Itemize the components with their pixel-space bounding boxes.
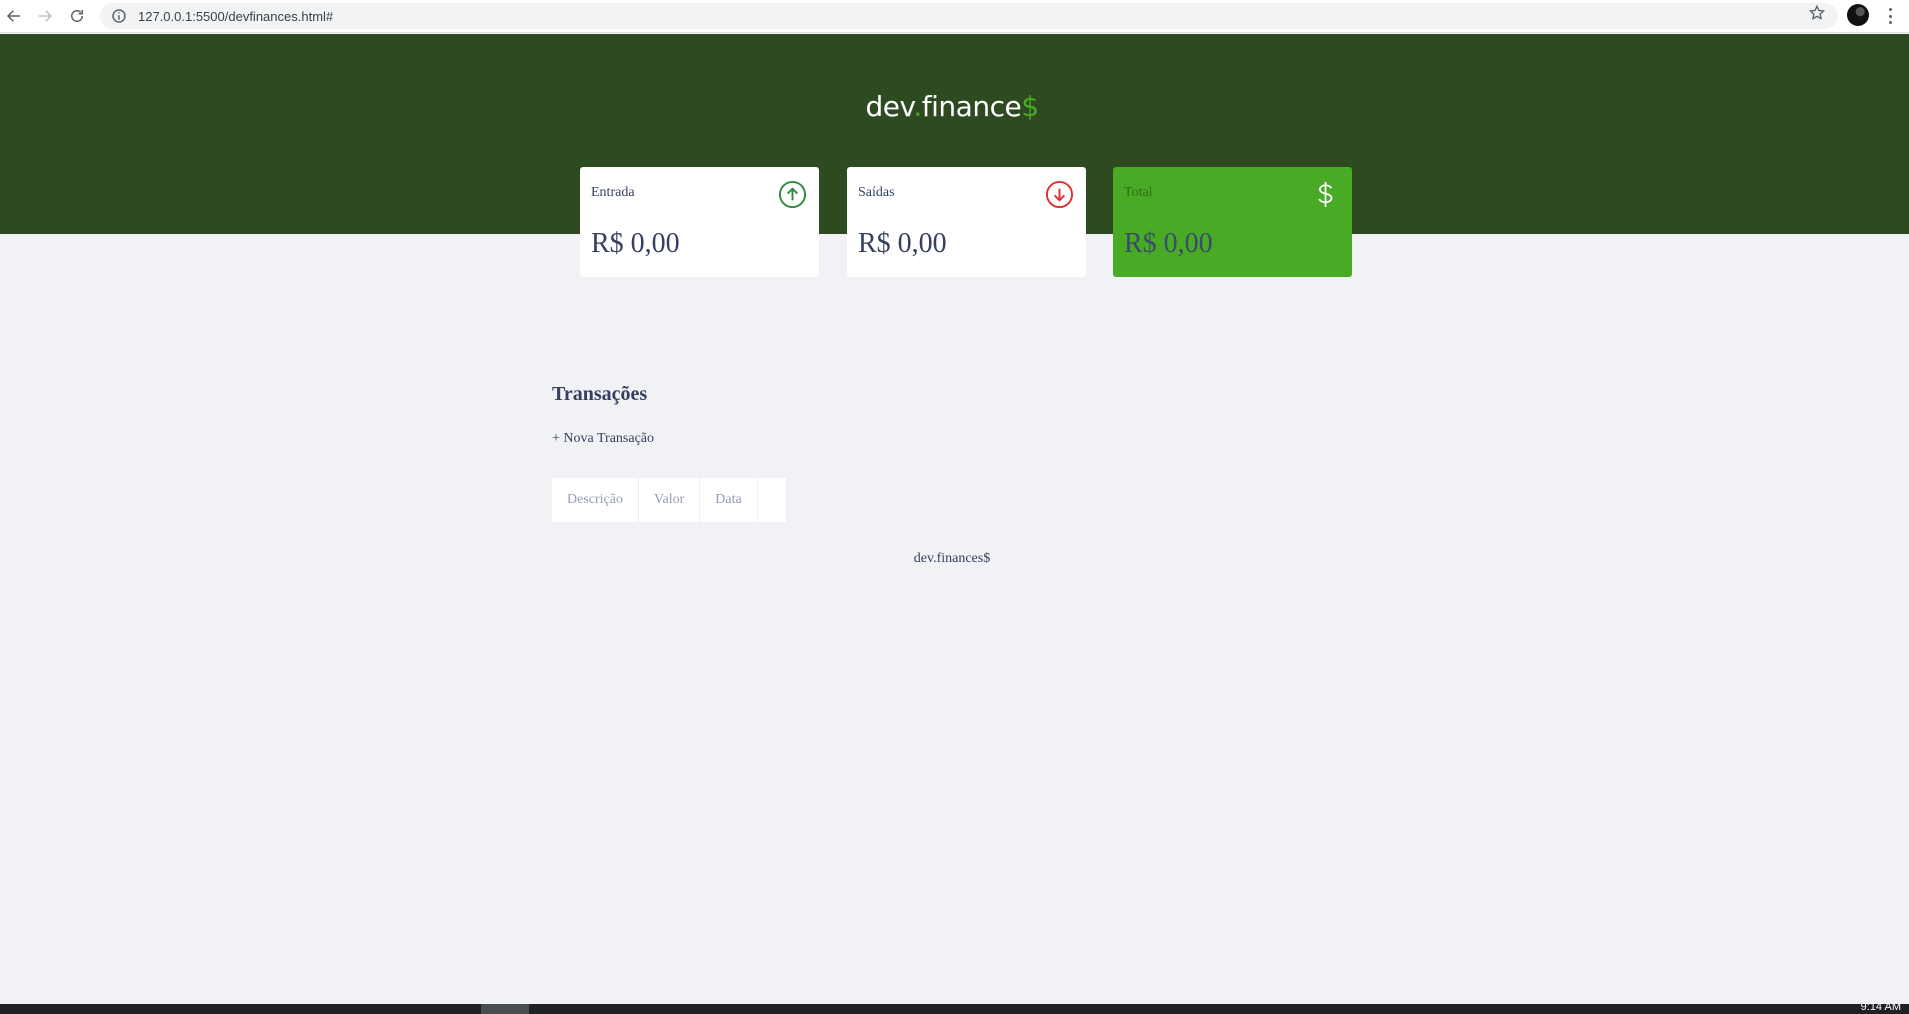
card-entrada: Entrada R$ 0,00 [580, 167, 819, 277]
profile-avatar[interactable] [1847, 4, 1869, 26]
card-value: R$ 0,00 [1124, 228, 1213, 259]
kebab-menu-icon[interactable] [1882, 6, 1898, 26]
footer-text: dev.finances$ [913, 551, 991, 566]
browser-toolbar: 127.0.0.1:5500/devfinances.html# [0, 0, 1909, 33]
taskbar-active-app[interactable] [481, 1004, 529, 1014]
transactions-table: Descrição Valor Data [552, 478, 787, 522]
card-value: R$ 0,00 [591, 228, 680, 259]
column-header-actions [758, 478, 787, 522]
table-header-row: Descrição Valor Data [552, 478, 787, 522]
forward-button[interactable] [33, 4, 57, 28]
address-bar[interactable]: 127.0.0.1:5500/devfinances.html# [100, 3, 1838, 29]
column-header-descricao: Descrição [552, 478, 639, 522]
star-icon[interactable] [1808, 4, 1826, 22]
arrow-down-circle-icon [1045, 180, 1074, 209]
card-value: R$ 0,00 [858, 228, 947, 259]
arrow-left-icon [6, 10, 20, 22]
card-label: Saídas [858, 185, 895, 200]
reload-icon [71, 10, 83, 22]
card-saidas: Saídas R$ 0,00 [847, 167, 1086, 277]
url-text[interactable]: 127.0.0.1:5500/devfinances.html# [138, 9, 333, 24]
card-total: Total R$ 0,00 [1113, 167, 1352, 277]
column-header-valor: Valor [639, 478, 701, 522]
card-label: Entrada [591, 185, 635, 200]
reload-button[interactable] [65, 4, 89, 28]
transactions-title: Transações [552, 383, 648, 405]
new-transaction-button[interactable]: + Nova Transação [552, 431, 654, 447]
taskbar-clock: 9:14 AM [1860, 1001, 1901, 1013]
dollar-sign-icon [1318, 181, 1333, 208]
logo-finance: finance [921, 90, 1022, 123]
column-header-data: Data [700, 478, 758, 522]
logo: dev.finance$ [0, 90, 1904, 123]
logo-dollar: $ [1021, 90, 1039, 123]
card-label: Total [1124, 185, 1153, 200]
info-icon[interactable] [110, 7, 128, 25]
os-taskbar: 9:14 AM [0, 1001, 1909, 1014]
arrow-right-icon [39, 10, 53, 22]
logo-dev: dev [865, 90, 914, 123]
arrow-up-circle-icon [778, 180, 807, 209]
back-button[interactable] [2, 4, 26, 28]
logo-dot: . [913, 90, 922, 123]
